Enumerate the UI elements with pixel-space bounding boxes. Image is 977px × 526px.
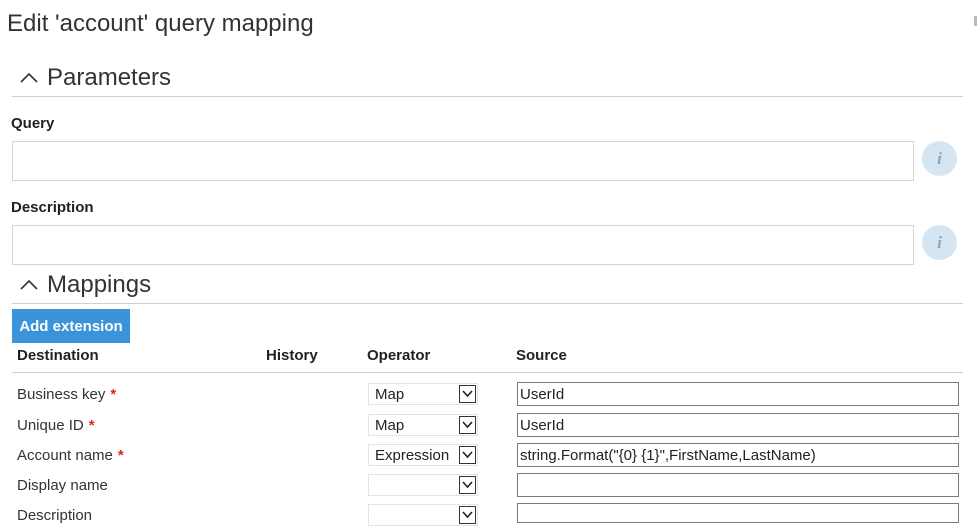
chevron-down-icon[interactable]: [459, 476, 476, 494]
chevron-down-icon[interactable]: [459, 416, 476, 434]
mappings-section-title: Mappings: [47, 271, 152, 298]
column-header-source: Source: [516, 347, 567, 364]
operator-select-unique-id[interactable]: Map: [368, 414, 478, 436]
add-extension-button[interactable]: Add extension: [12, 309, 130, 343]
query-label: Query: [11, 115, 55, 132]
operator-select-business-key[interactable]: Map: [368, 383, 478, 405]
source-input-display-name[interactable]: [517, 473, 959, 497]
column-header-destination: Destination: [17, 347, 99, 364]
chevron-up-icon: [20, 72, 38, 83]
source-input-business-key[interactable]: [517, 382, 959, 406]
chevron-down-icon[interactable]: [459, 385, 476, 403]
page-title: Edit 'account' query mapping: [7, 10, 314, 37]
required-marker: *: [88, 417, 95, 434]
required-marker: *: [110, 386, 117, 403]
chevron-down-icon[interactable]: [459, 446, 476, 464]
mapping-row-account-name-label: Account name *: [17, 447, 124, 464]
table-header-divider: [12, 372, 963, 373]
column-header-history: History: [266, 347, 318, 364]
parameters-section-header[interactable]: Parameters: [12, 64, 963, 97]
mappings-section-header[interactable]: Mappings: [12, 271, 963, 304]
operator-select-display-name[interactable]: [368, 474, 478, 496]
chevron-down-icon[interactable]: [459, 506, 476, 524]
operator-select-account-name[interactable]: Expression: [368, 444, 478, 466]
mapping-row-description-label: Description: [17, 507, 93, 524]
parameters-section-title: Parameters: [47, 64, 172, 91]
mapping-row-display-name-label: Display name: [17, 477, 108, 494]
column-header-operator: Operator: [367, 347, 431, 364]
chevron-up-icon: [20, 279, 38, 290]
description-info-icon[interactable]: i: [922, 225, 957, 260]
description-input[interactable]: [12, 225, 914, 265]
query-info-icon[interactable]: i: [922, 141, 957, 176]
source-input-unique-id[interactable]: [517, 413, 959, 437]
source-input-description[interactable]: [517, 503, 959, 523]
required-marker: *: [117, 447, 124, 464]
mapping-row-business-key-label: Business key *: [17, 386, 117, 403]
source-input-account-name[interactable]: [517, 443, 959, 467]
query-input[interactable]: [12, 141, 914, 181]
mapping-row-unique-id-label: Unique ID *: [17, 417, 95, 434]
description-label: Description: [11, 199, 94, 216]
